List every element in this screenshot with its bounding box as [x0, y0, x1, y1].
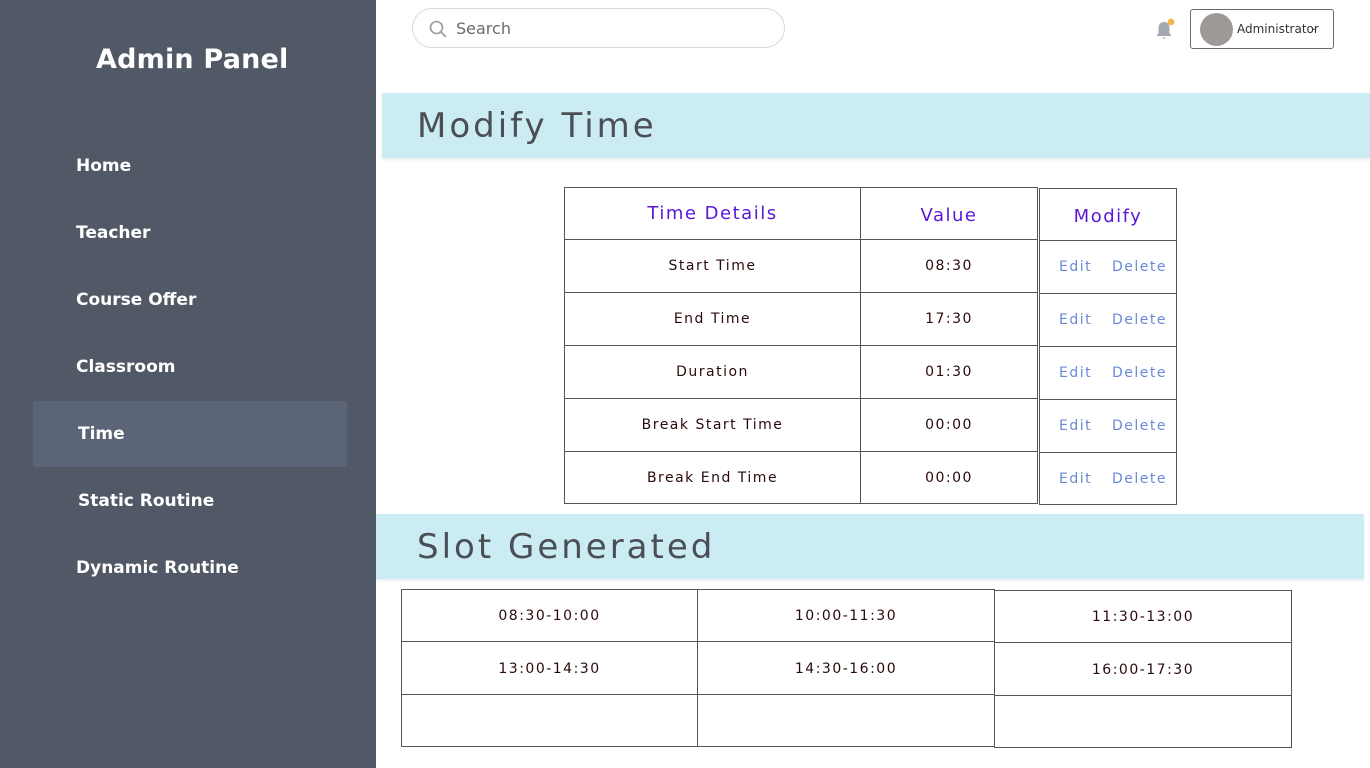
edit-button[interactable]: Edit — [1059, 365, 1092, 381]
time-detail-label: Duration — [564, 345, 861, 399]
slot-cell: 10:00-11:30 — [697, 589, 995, 642]
time-value: 00:00 — [860, 398, 1038, 452]
delete-button[interactable]: Delete — [1112, 259, 1167, 275]
sidebar-item-home[interactable]: Home — [33, 133, 347, 199]
edit-button[interactable]: Edit — [1059, 471, 1092, 487]
sidebar-item-dynamic-routine[interactable]: Dynamic Routine — [33, 535, 347, 601]
section-title-slot-generated: Slot Generated — [376, 514, 1364, 579]
chevron-down-icon: ⌄ — [1310, 22, 1319, 33]
search-bar — [412, 8, 785, 48]
bell-icon[interactable] — [1154, 18, 1176, 42]
modify-cell: Edit Delete — [1039, 240, 1177, 294]
slot-cell: 13:00-14:30 — [401, 641, 698, 696]
modify-cell: Edit Delete — [1039, 399, 1177, 453]
brand-title: Admin Panel — [96, 44, 289, 75]
slot-cell: 16:00-17:30 — [994, 642, 1292, 697]
modify-cell: Edit Delete — [1039, 346, 1177, 400]
slot-cell — [994, 695, 1292, 748]
slot-cell: 08:30-10:00 — [401, 589, 698, 642]
time-detail-label: Break Start Time — [564, 398, 861, 452]
delete-button[interactable]: Delete — [1112, 418, 1167, 434]
delete-button[interactable]: Delete — [1112, 312, 1167, 328]
edit-button[interactable]: Edit — [1059, 259, 1092, 275]
avatar — [1200, 13, 1233, 46]
edit-button[interactable]: Edit — [1059, 312, 1092, 328]
slot-cell: 14:30-16:00 — [697, 641, 995, 696]
slot-cell: 11:30-13:00 — [994, 590, 1292, 643]
sidebar-item-course-offer[interactable]: Course Offer — [33, 267, 347, 333]
sidebar-item-classroom[interactable]: Classroom — [33, 334, 347, 400]
modify-cell: Edit Delete — [1039, 293, 1177, 347]
time-value: 17:30 — [860, 292, 1038, 346]
delete-button[interactable]: Delete — [1112, 365, 1167, 381]
edit-button[interactable]: Edit — [1059, 418, 1092, 434]
notification-badge — [1167, 18, 1175, 26]
slot-cell — [401, 694, 698, 747]
time-value: 00:00 — [860, 451, 1038, 504]
column-header-value: Value — [860, 187, 1038, 240]
sidebar-item-time[interactable]: Time — [33, 401, 347, 467]
time-detail-label: Break End Time — [564, 451, 861, 504]
column-header-modify: Modify — [1039, 188, 1177, 241]
time-value: 01:30 — [860, 345, 1038, 399]
sidebar: Admin Panel Home Teacher Course Offer Cl… — [0, 0, 376, 768]
search-input[interactable] — [456, 9, 776, 47]
modify-cell: Edit Delete — [1039, 452, 1177, 505]
delete-button[interactable]: Delete — [1112, 471, 1167, 487]
time-detail-label: Start Time — [564, 239, 861, 293]
time-detail-label: End Time — [564, 292, 861, 346]
user-menu-button[interactable]: Administrator ⌄ — [1190, 9, 1334, 49]
sidebar-item-static-routine[interactable]: Static Routine — [33, 468, 347, 534]
section-title-modify-time: Modify Time — [382, 93, 1370, 158]
slot-cell — [697, 694, 995, 747]
search-icon — [429, 20, 447, 38]
time-value: 08:30 — [860, 239, 1038, 293]
user-name: Administrator — [1237, 22, 1319, 36]
column-header-time-details: Time Details — [564, 187, 861, 240]
sidebar-item-teacher[interactable]: Teacher — [33, 200, 347, 266]
